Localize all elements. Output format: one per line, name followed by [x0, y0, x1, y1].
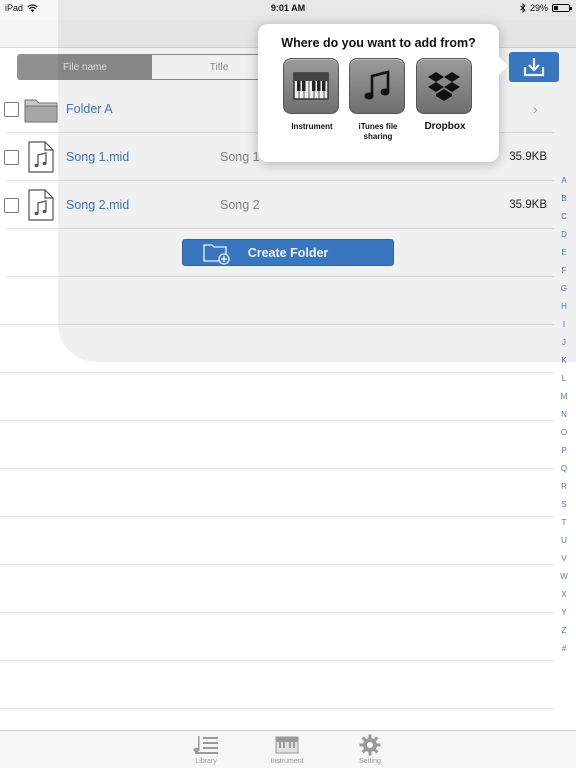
option-label: iTunes file sharing: [358, 122, 398, 141]
bluetooth-icon: [520, 3, 526, 13]
file-name: Folder A: [66, 102, 113, 116]
popover-arrow: [499, 57, 508, 75]
index-letter[interactable]: M: [556, 388, 572, 406]
list-item-file[interactable]: Song 2.mid Song 2 35.9KB: [0, 181, 576, 229]
divider: [6, 276, 554, 277]
index-letter[interactable]: Q: [556, 460, 572, 478]
index-letter[interactable]: X: [556, 586, 572, 604]
music-file-icon: [28, 141, 54, 173]
tab-setting[interactable]: Setting: [340, 734, 400, 765]
dropbox-tile[interactable]: [416, 58, 472, 114]
index-letter[interactable]: J: [556, 334, 572, 352]
create-folder-label: Create Folder: [247, 245, 329, 260]
option-instrument[interactable]: Instrument: [283, 58, 341, 132]
index-letter[interactable]: D: [556, 226, 572, 244]
index-letter[interactable]: Y: [556, 604, 572, 622]
file-name: Song 2.mid: [66, 198, 130, 212]
status-bar: iPad 9:01 AM 29%: [0, 0, 576, 20]
add-file-button[interactable]: [509, 52, 559, 82]
gear-icon: [359, 734, 381, 756]
index-letter[interactable]: S: [556, 496, 572, 514]
index-letter[interactable]: I: [556, 316, 572, 334]
tab-label: Setting: [359, 758, 381, 765]
file-title: Song 1: [220, 150, 260, 164]
divider: [0, 420, 554, 421]
row-checkbox[interactable]: [4, 150, 19, 165]
index-letter[interactable]: G: [556, 280, 572, 298]
piano-icon: [293, 72, 329, 100]
divider: [0, 564, 554, 565]
segment-file-name[interactable]: File name: [18, 55, 152, 79]
dropbox-icon: [428, 72, 460, 101]
index-letter[interactable]: F: [556, 262, 572, 280]
index-letter[interactable]: W: [556, 568, 572, 586]
option-label: Instrument: [291, 122, 333, 131]
index-letter[interactable]: U: [556, 532, 572, 550]
divider: [0, 660, 554, 661]
download-icon: [523, 58, 545, 77]
index-letter[interactable]: C: [556, 208, 572, 226]
index-letter[interactable]: L: [556, 370, 572, 388]
file-name: Song 1.mid: [66, 150, 130, 164]
file-size: 35.9KB: [509, 199, 547, 211]
row-checkbox[interactable]: [4, 198, 19, 213]
option-dropbox[interactable]: Dropbox: [416, 58, 474, 132]
music-note-icon: [364, 70, 390, 100]
battery-icon: [552, 4, 572, 12]
divider: [0, 324, 554, 325]
divider: [0, 468, 554, 469]
tab-label: Instrument: [270, 758, 304, 765]
index-letter[interactable]: E: [556, 244, 572, 262]
battery-percent: 29%: [529, 3, 548, 13]
index-letter[interactable]: B: [556, 190, 572, 208]
folder-icon: [24, 99, 58, 123]
index-letter[interactable]: T: [556, 514, 572, 532]
sort-segmented-control[interactable]: File name Title: [17, 54, 287, 80]
library-icon: [193, 736, 218, 754]
tab-instrument[interactable]: Instrument: [257, 734, 317, 765]
index-letter[interactable]: R: [556, 478, 572, 496]
tab-label: Library: [195, 758, 217, 765]
option-label: Dropbox: [424, 121, 466, 132]
index-letter[interactable]: N: [556, 406, 572, 424]
tab-bar: Library Instrument Setting: [0, 730, 576, 768]
index-letter[interactable]: #: [556, 640, 572, 658]
clock: 9:01 AM: [270, 3, 306, 13]
divider: [0, 708, 554, 709]
index-letter[interactable]: Z: [556, 622, 572, 640]
index-letter[interactable]: A: [556, 172, 572, 190]
file-size: 35.9KB: [509, 151, 547, 163]
chevron-right-icon: ›: [533, 101, 538, 117]
music-file-icon: [28, 189, 54, 221]
file-title: Song 2: [220, 198, 260, 212]
index-letter[interactable]: H: [556, 298, 572, 316]
piano-icon: [275, 736, 299, 754]
index-letter[interactable]: O: [556, 424, 572, 442]
option-itunes[interactable]: iTunes file sharing: [349, 58, 407, 142]
index-letter[interactable]: P: [556, 442, 572, 460]
add-source-popover: Where do you want to add from? Instrumen…: [258, 24, 499, 162]
row-checkbox[interactable]: [4, 102, 19, 117]
add-folder-icon: [203, 244, 230, 265]
index-letter[interactable]: K: [556, 352, 572, 370]
create-folder-button[interactable]: Create Folder: [182, 239, 394, 266]
divider: [0, 516, 554, 517]
tab-library[interactable]: Library: [176, 734, 236, 765]
section-index-bar[interactable]: A B C D E F G H I J K L M N O P Q R S T U V W X Y Z #: [556, 172, 572, 658]
itunes-tile[interactable]: [349, 58, 405, 114]
index-letter[interactable]: V: [556, 550, 572, 568]
instrument-tile[interactable]: [283, 58, 339, 114]
popover-title: Where do you want to add from?: [281, 36, 476, 50]
divider: [0, 612, 554, 613]
divider: [0, 372, 554, 373]
divider: [6, 228, 554, 229]
